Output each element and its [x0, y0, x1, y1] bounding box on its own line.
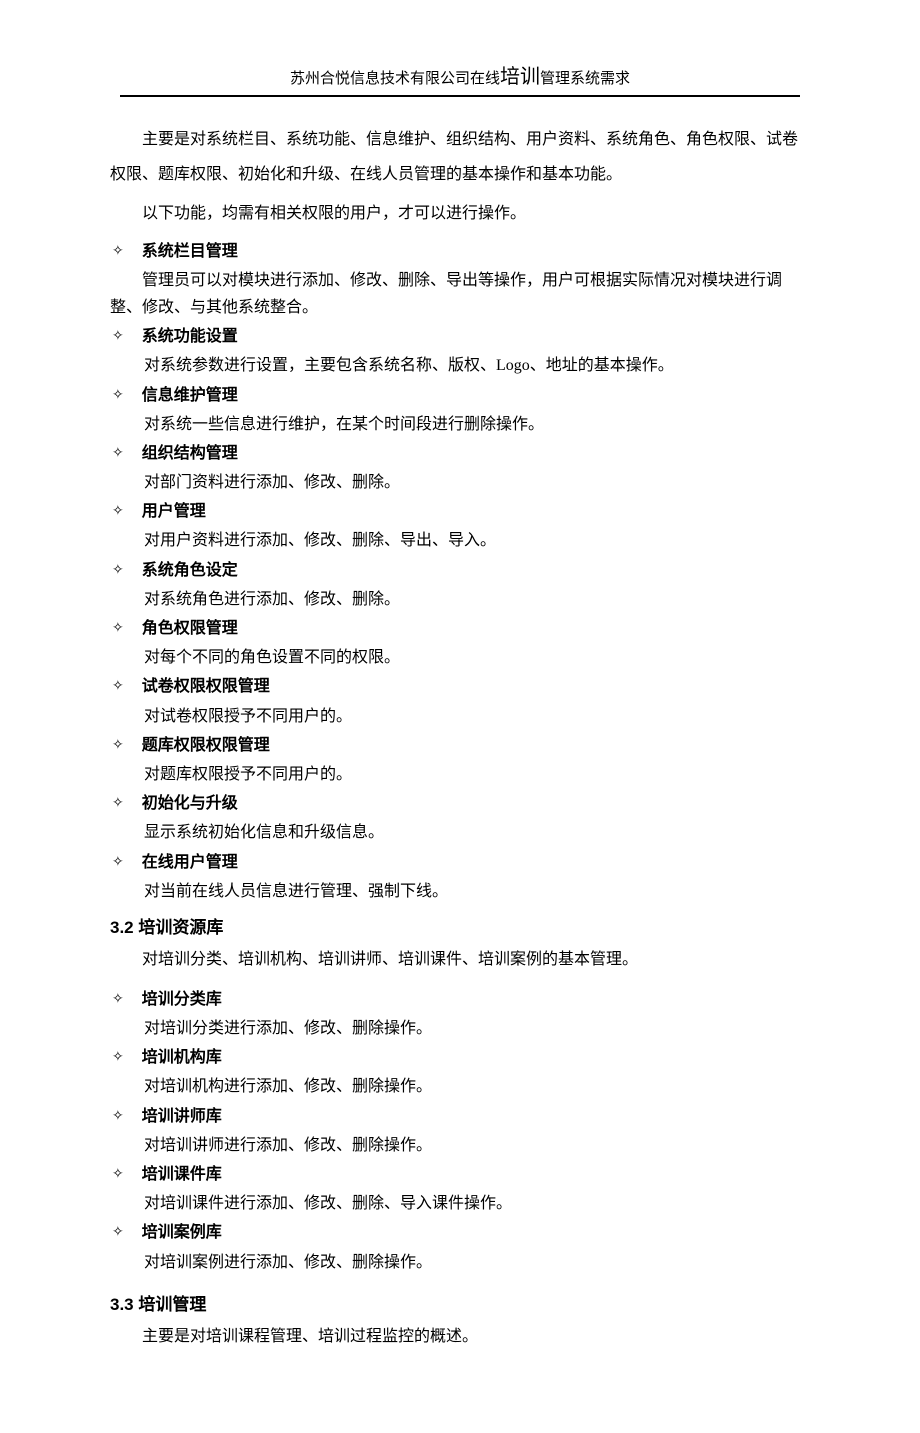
diamond-icon: ✧: [112, 1105, 124, 1129]
bullet-item: ✧ 角色权限管理: [110, 615, 810, 642]
bullet-title: 试卷权限权限管理: [142, 673, 270, 700]
bullet-description: 对题库权限授予不同用户的。: [144, 761, 810, 788]
diamond-icon: ✧: [112, 384, 124, 408]
bullet-item: ✧ 试卷权限权限管理: [110, 673, 810, 700]
diamond-icon: ✧: [112, 617, 124, 641]
bullet-title: 角色权限管理: [142, 615, 238, 642]
bullet-title: 初始化与升级: [142, 790, 238, 817]
bullet-title: 培训机构库: [142, 1044, 222, 1071]
bullet-title: 在线用户管理: [142, 849, 238, 876]
bullet-description: 管理员可以对模块进行添加、修改、删除、导出等操作，用户可根据实际情况对模块进行调…: [110, 267, 810, 321]
section-3-2-heading: 3.2 培训资源库: [110, 913, 810, 938]
header-emph: 培训: [500, 66, 540, 88]
bullet-item: ✧ 系统栏目管理: [110, 238, 810, 265]
bullet-description: 对当前在线人员信息进行管理、强制下线。: [144, 878, 810, 905]
bullet-title: 培训讲师库: [142, 1103, 222, 1130]
bullet-item: ✧ 培训讲师库: [110, 1103, 810, 1130]
diamond-icon: ✧: [112, 325, 124, 349]
bullet-description: 对培训案例进行添加、修改、删除操作。: [144, 1249, 810, 1276]
diamond-icon: ✧: [112, 1046, 124, 1070]
bullet-title: 培训课件库: [142, 1161, 222, 1188]
section-1-list: ✧ 系统栏目管理管理员可以对模块进行添加、修改、删除、导出等操作，用户可根据实际情…: [110, 238, 810, 905]
bullet-description: 对系统一些信息进行维护，在某个时间段进行删除操作。: [144, 411, 810, 438]
section-2-list: ✧ 培训分类库对培训分类进行添加、修改、删除操作。 ✧ 培训机构库对培训机构进行添加、…: [110, 986, 810, 1276]
bullet-description: 对培训讲师进行添加、修改、删除操作。: [144, 1132, 810, 1159]
bullet-description: 对每个不同的角色设置不同的权限。: [144, 644, 810, 671]
intro-paragraph-2: 以下功能，均需有相关权限的用户，才可以进行操作。: [110, 196, 810, 231]
bullet-item: ✧ 培训机构库: [110, 1044, 810, 1071]
bullet-item: ✧ 培训课件库: [110, 1161, 810, 1188]
page-header: 苏州合悦信息技术有限公司在线培训管理系统需求: [110, 60, 810, 91]
diamond-icon: ✧: [112, 500, 124, 524]
bullet-title: 系统功能设置: [142, 323, 238, 350]
bullet-description: 对用户资料进行添加、修改、删除、导出、导入。: [144, 527, 810, 554]
bullet-title: 信息维护管理: [142, 382, 238, 409]
bullet-description: 显示系统初始化信息和升级信息。: [144, 819, 810, 846]
diamond-icon: ✧: [112, 1163, 124, 1187]
bullet-title: 系统角色设定: [142, 557, 238, 584]
bullet-item: ✧ 信息维护管理: [110, 382, 810, 409]
header-suffix: 管理系统需求: [540, 71, 630, 87]
diamond-icon: ✧: [112, 675, 124, 699]
bullet-item: ✧ 系统角色设定: [110, 557, 810, 584]
bullet-description: 对培训课件进行添加、修改、删除、导入课件操作。: [144, 1190, 810, 1217]
bullet-title: 组织结构管理: [142, 440, 238, 467]
bullet-title: 培训分类库: [142, 986, 222, 1013]
bullet-item: ✧ 培训案例库: [110, 1219, 810, 1246]
bullet-item: ✧ 题库权限权限管理: [110, 732, 810, 759]
diamond-icon: ✧: [112, 442, 124, 466]
bullet-title: 培训案例库: [142, 1219, 222, 1246]
diamond-icon: ✧: [112, 734, 124, 758]
diamond-icon: ✧: [112, 559, 124, 583]
bullet-item: ✧ 培训分类库: [110, 986, 810, 1013]
diamond-icon: ✧: [112, 240, 124, 264]
diamond-icon: ✧: [112, 851, 124, 875]
bullet-item: ✧ 在线用户管理: [110, 849, 810, 876]
bullet-item: ✧ 用户管理: [110, 498, 810, 525]
header-prefix: 苏州合悦信息技术有限公司在线: [290, 71, 500, 87]
section-3-2-intro: 对培训分类、培训机构、培训讲师、培训课件、培训案例的基本管理。: [110, 944, 810, 976]
bullet-description: 对培训分类进行添加、修改、删除操作。: [144, 1015, 810, 1042]
header-divider: [120, 95, 800, 97]
bullet-item: ✧ 组织结构管理: [110, 440, 810, 467]
bullet-description: 对系统参数进行设置，主要包含系统名称、版权、Logo、地址的基本操作。: [144, 352, 810, 379]
section-3-3-heading: 3.3 培训管理: [110, 1290, 810, 1315]
bullet-title: 系统栏目管理: [142, 238, 238, 265]
diamond-icon: ✧: [112, 1221, 124, 1245]
bullet-description: 对试卷权限授予不同用户的。: [144, 703, 810, 730]
bullet-title: 题库权限权限管理: [142, 732, 270, 759]
diamond-icon: ✧: [112, 792, 124, 816]
bullet-description: 对培训机构进行添加、修改、删除操作。: [144, 1073, 810, 1100]
section-3-3-intro: 主要是对培训课程管理、培训过程监控的概述。: [110, 1321, 810, 1353]
bullet-item: ✧ 系统功能设置: [110, 323, 810, 350]
intro-paragraph-1: 主要是对系统栏目、系统功能、信息维护、组织结构、用户资料、系统角色、角色权限、试…: [110, 122, 810, 192]
bullet-description: 对部门资料进行添加、修改、删除。: [144, 469, 810, 496]
bullet-item: ✧ 初始化与升级: [110, 790, 810, 817]
diamond-icon: ✧: [112, 988, 124, 1012]
bullet-description: 对系统角色进行添加、修改、删除。: [144, 586, 810, 613]
bullet-title: 用户管理: [142, 498, 206, 525]
